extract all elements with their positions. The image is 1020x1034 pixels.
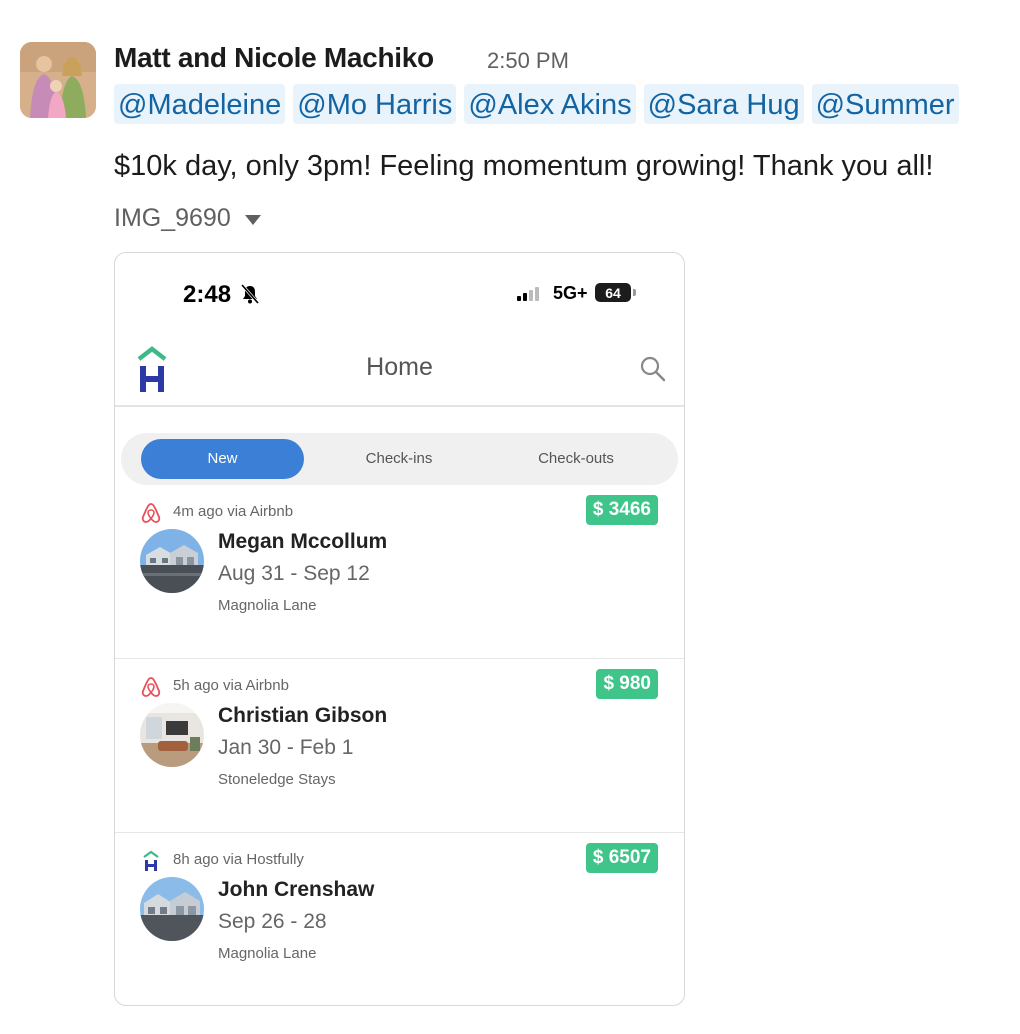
mention-sara-hug[interactable]: @Sara Hug xyxy=(643,84,804,124)
booking-item[interactable]: 5h ago via Airbnb $ 980 Christian Gibson… xyxy=(115,659,684,833)
family-photo xyxy=(20,42,96,118)
property-photo xyxy=(140,877,204,941)
mention-madeleine[interactable]: @Madeleine xyxy=(114,84,286,124)
chevron-down-icon[interactable] xyxy=(244,214,261,225)
booking-source: 8h ago via Hostfully xyxy=(173,851,304,868)
tab-new[interactable]: New xyxy=(141,439,304,479)
booking-amount-badge: $ 3466 xyxy=(585,495,658,525)
page-title: Home xyxy=(366,353,433,381)
property-photo xyxy=(140,703,204,767)
battery-icon: 64 xyxy=(595,283,631,302)
booking-item[interactable]: 8h ago via Hostfully $ 6507 John Crensha… xyxy=(115,833,684,1005)
guest-name: Megan Mccollum xyxy=(218,530,388,553)
mention-mo-harris[interactable]: @Mo Harris xyxy=(293,84,457,124)
tab-check-outs[interactable]: Check-outs xyxy=(496,439,656,479)
attached-screenshot[interactable]: 2:48 5G+ 64 Home New Check-ins Check-out… xyxy=(114,252,685,1006)
battery-tip xyxy=(633,289,636,296)
status-time: 2:48 xyxy=(183,281,232,308)
network-type: 5G+ xyxy=(553,283,588,303)
sender-avatar[interactable] xyxy=(20,42,96,118)
message-text: $10k day, only 3pm! Feeling momentum gro… xyxy=(114,150,934,182)
guest-name: Christian Gibson xyxy=(218,704,388,727)
booking-dates: Aug 31 - Sep 12 xyxy=(218,562,370,585)
airbnb-icon xyxy=(141,677,161,697)
airbnb-icon xyxy=(141,503,161,523)
property-name: Magnolia Lane xyxy=(218,945,317,962)
booking-source: 5h ago via Airbnb xyxy=(173,677,289,694)
property-name: Stoneledge Stays xyxy=(218,771,336,788)
booking-dates: Sep 26 - 28 xyxy=(218,910,327,933)
guest-name: John Crenshaw xyxy=(218,878,375,901)
booking-amount-badge: $ 6507 xyxy=(585,843,658,873)
phone-status-bar: 2:48 5G+ 64 xyxy=(115,253,684,333)
booking-filter-tabs: New Check-ins Check-outs xyxy=(121,433,678,485)
mentions-row: @Madeleine @Mo Harris @Alex Akins @Sara … xyxy=(114,84,959,124)
signal-icon xyxy=(517,287,539,301)
sender-name[interactable]: Matt and Nicole Machiko xyxy=(114,42,434,74)
attachment-name: IMG_9690 xyxy=(114,204,231,232)
hostfully-icon xyxy=(143,850,159,871)
battery-level: 64 xyxy=(605,284,621,301)
booking-amount-badge: $ 980 xyxy=(596,669,658,699)
booking-source: 4m ago via Airbnb xyxy=(173,503,294,520)
mention-summer[interactable]: @Summer xyxy=(811,84,959,124)
search-icon[interactable] xyxy=(639,355,667,383)
booking-dates: Jan 30 - Feb 1 xyxy=(218,736,354,759)
booking-item[interactable]: 4m ago via Airbnb $ 3466 Megan Mccollum … xyxy=(115,485,684,659)
tab-check-ins[interactable]: Check-ins xyxy=(319,439,479,479)
app-header: Home xyxy=(115,333,684,407)
bell-muted-icon xyxy=(240,284,260,309)
property-photo xyxy=(140,529,204,593)
property-name: Magnolia Lane xyxy=(218,597,317,614)
mention-alex-akins[interactable]: @Alex Akins xyxy=(464,84,636,124)
attachment-header[interactable]: IMG_9690 xyxy=(114,204,261,233)
message-timestamp[interactable]: 2:50 PM xyxy=(487,48,569,74)
